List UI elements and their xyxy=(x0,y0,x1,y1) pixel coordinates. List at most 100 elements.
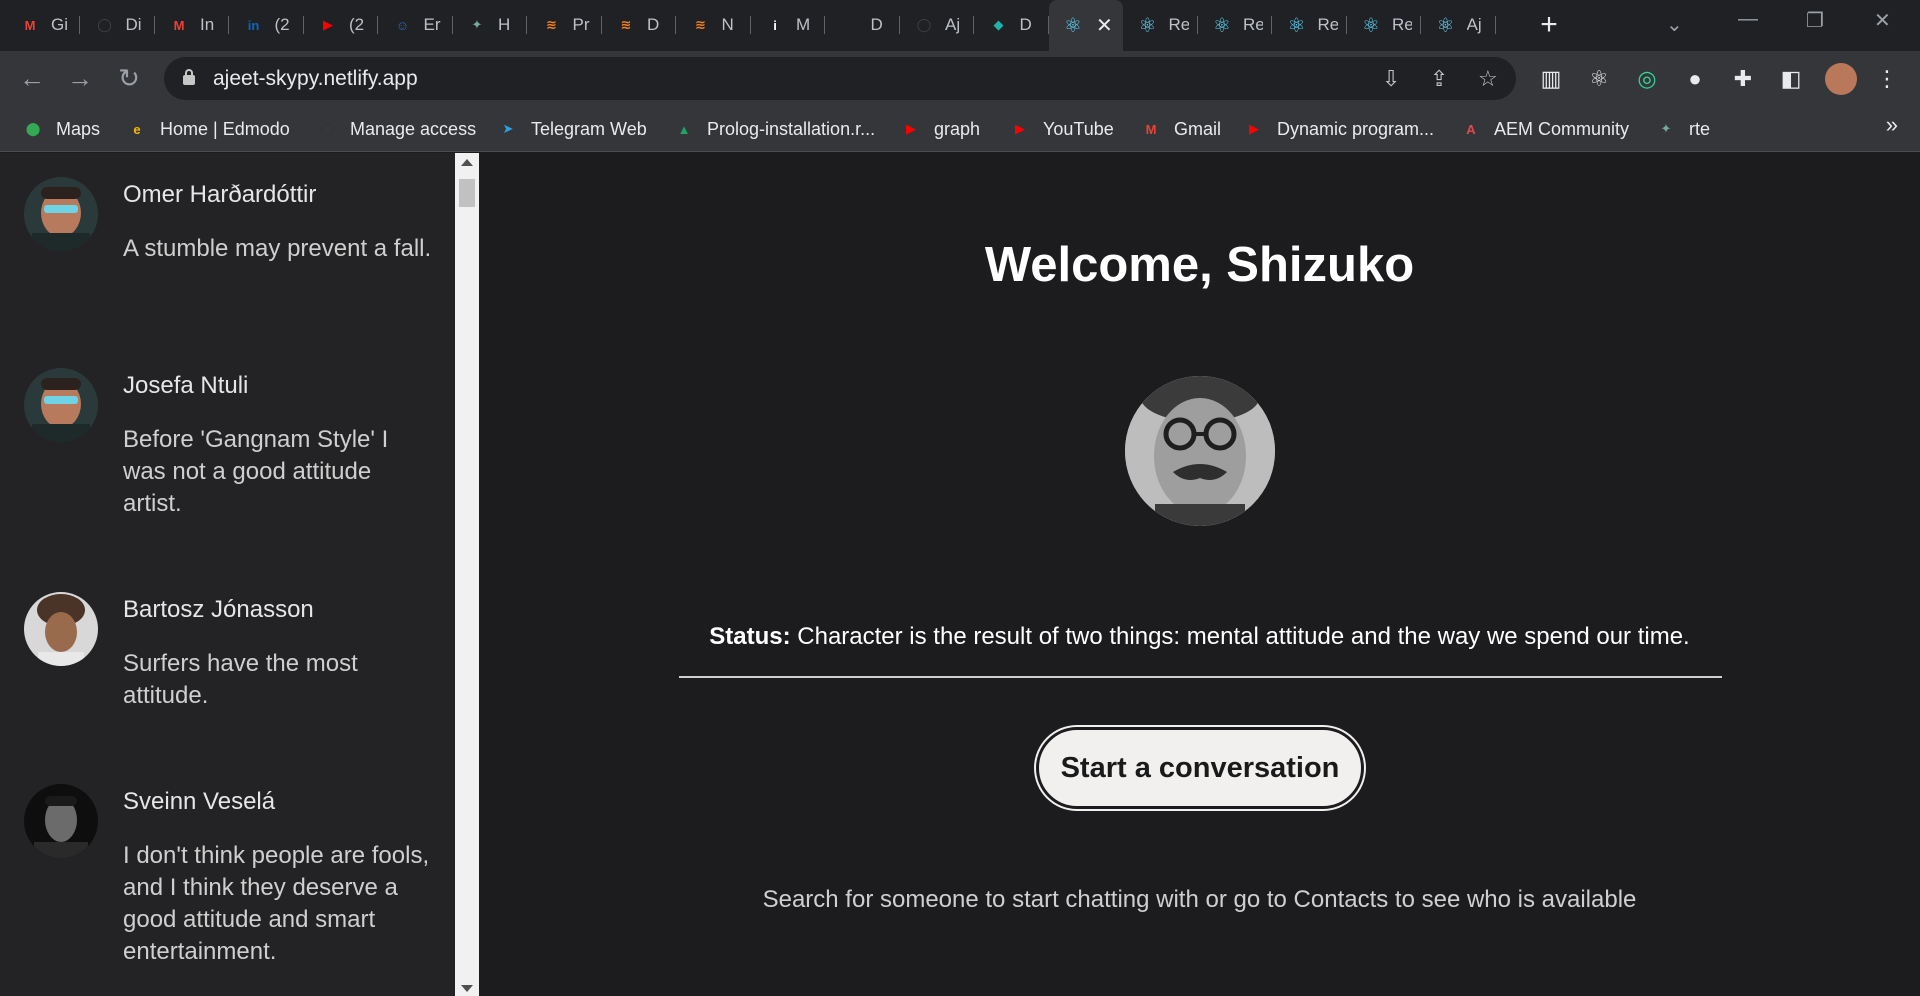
bookmark-item[interactable]: ✦ rte xyxy=(1655,114,1710,144)
tab-title: D xyxy=(647,15,660,34)
address-bar[interactable]: ajeet-skypy.netlify.app ⇩ ⇪ ☆ xyxy=(164,57,1516,100)
browser-tab[interactable]: ⚛ Re xyxy=(1273,8,1347,42)
bookmark-item[interactable]: ◯ Manage access xyxy=(316,114,476,144)
browser-tab[interactable]: ◯ Di xyxy=(81,8,155,42)
status-text: Character is the result of two things: m… xyxy=(790,623,1690,650)
drive-icon: ▲ xyxy=(677,121,691,137)
active-browser-tab[interactable]: ⚛ ✕ xyxy=(1049,0,1123,51)
tab-title: D xyxy=(870,15,883,34)
bookmark-item[interactable]: M Gmail xyxy=(1140,114,1221,144)
extension-chart-icon[interactable]: ▥ xyxy=(1537,65,1565,93)
youtube-icon: ▶ xyxy=(1249,121,1259,136)
tab-title: (2 xyxy=(349,15,365,34)
browser-toolbar: ← → ↻ ajeet-skypy.netlify.app ⇩ ⇪ ☆ xyxy=(0,51,1920,106)
extension-dot-icon[interactable]: ● xyxy=(1681,65,1709,93)
browser-tab[interactable]: ✦ H xyxy=(453,8,527,42)
bookmark-label: Telegram Web xyxy=(531,118,647,139)
bookmark-item[interactable]: ➤ Telegram Web xyxy=(497,114,647,144)
stack-icon: ≋ xyxy=(546,17,557,32)
bookmark-label: rte xyxy=(1689,118,1711,139)
contact-avatar xyxy=(24,592,98,666)
react-icon: ⚛ xyxy=(1436,14,1455,37)
reload-icon[interactable]: ↻ xyxy=(113,63,145,95)
browser-menu-icon[interactable]: ⋮ xyxy=(1873,65,1901,93)
browser-tab[interactable]: ▶ (2 xyxy=(304,8,378,42)
tab-title: Aj xyxy=(1466,15,1482,34)
gmail-icon: M xyxy=(1145,121,1157,137)
stack-icon: ≋ xyxy=(695,17,706,32)
tab-title: Re xyxy=(1392,15,1412,34)
more-bookmarks-icon[interactable]: » xyxy=(1886,112,1898,138)
tab-search-icon[interactable]: ⌄ xyxy=(1666,12,1683,37)
browser-tab[interactable]: M Gi xyxy=(6,8,80,42)
tab-title: Re xyxy=(1317,15,1338,34)
tab-title: Di xyxy=(125,15,142,34)
person-icon: ☺ xyxy=(395,17,410,33)
bookmark-star-icon[interactable]: ☆ xyxy=(1478,66,1498,92)
start-conversation-button[interactable]: Start a conversation xyxy=(1036,727,1364,809)
scrollbar-thumb[interactable] xyxy=(459,179,475,207)
browser-tab[interactable]: ⚛ Re xyxy=(1347,8,1421,42)
tab-title: Re xyxy=(1243,15,1263,34)
browser-tab[interactable]: ⬇ D xyxy=(826,8,900,42)
browser-tab[interactable]: ◆ D xyxy=(975,8,1049,42)
contact-last-message: A stumble may prevent a fall. xyxy=(123,235,432,262)
sidebar-scrollbar[interactable] xyxy=(455,153,479,996)
bookmark-item[interactable]: ▶ graph xyxy=(900,114,980,144)
browser-tab[interactable]: iM xyxy=(751,8,825,42)
tab-title: Re xyxy=(1168,15,1189,34)
youtube-icon: ▶ xyxy=(1015,121,1025,136)
bookmark-label: Home | Edmodo xyxy=(160,118,290,139)
close-window-icon[interactable]: ✕ xyxy=(1874,8,1891,33)
extensions-puzzle-icon[interactable]: ✚ xyxy=(1729,65,1757,93)
telegram-icon: ➤ xyxy=(502,121,514,136)
browser-tab[interactable]: ≋ Pr xyxy=(528,8,602,42)
close-tab-icon[interactable]: ✕ xyxy=(1096,13,1113,38)
github-icon: ◯ xyxy=(319,121,335,136)
scroll-down-arrow-icon[interactable] xyxy=(461,985,473,992)
browser-tab[interactable]: ≋ D xyxy=(602,8,676,42)
new-tab-button[interactable]: + xyxy=(1532,9,1566,43)
react-icon: ⚛ xyxy=(1362,14,1380,37)
bookmark-item[interactable]: ▲ Prolog-installation.r... xyxy=(673,114,876,144)
bookmark-label: Dynamic program... xyxy=(1277,118,1435,139)
react-icon: ⚛ xyxy=(1064,15,1082,37)
side-panel-icon[interactable]: ◧ xyxy=(1777,65,1805,93)
browser-tab[interactable]: in (2 xyxy=(230,8,304,42)
browser-tab[interactable]: ◯ Aj xyxy=(900,8,974,42)
extension-circle-icon[interactable]: ◎ xyxy=(1633,65,1661,93)
tab-title: Aj xyxy=(945,15,961,34)
gmail-icon: M xyxy=(173,17,185,33)
browser-tab[interactable]: ⚛ Re xyxy=(1124,8,1198,42)
bookmark-item[interactable]: e Home | Edmodo xyxy=(126,114,290,144)
install-app-icon[interactable]: ⇩ xyxy=(1382,66,1400,92)
bookmark-item[interactable]: ⬤ Maps xyxy=(22,114,100,144)
empty-state-hint: Search for someone to start chatting wit… xyxy=(762,886,1637,913)
profile-avatar[interactable] xyxy=(1825,63,1857,95)
edmodo-icon: e xyxy=(133,121,141,137)
maps-icon: ⬤ xyxy=(25,121,41,136)
browser-tab[interactable]: M In xyxy=(155,8,229,42)
scroll-up-arrow-icon[interactable] xyxy=(461,159,473,166)
react-devtools-icon[interactable]: ⚛ xyxy=(1585,65,1613,93)
bookmark-item[interactable]: ▶ YouTube xyxy=(1009,114,1114,144)
minimize-icon[interactable]: — xyxy=(1738,8,1758,31)
tab-separator xyxy=(1494,16,1496,34)
browser-tab[interactable]: ☺ Er xyxy=(379,8,453,42)
browser-tab[interactable]: ⚛ Re xyxy=(1198,8,1272,42)
browser-tab[interactable]: ≋ N xyxy=(677,8,751,42)
browser-tab[interactable]: ⚛ Aj xyxy=(1422,8,1496,42)
forward-icon[interactable]: → xyxy=(64,63,96,95)
tab-title: Gi xyxy=(51,15,68,34)
chatgpt-icon: ✦ xyxy=(471,17,483,32)
contact-name: Sveinn Veselá xyxy=(123,788,276,815)
restore-icon[interactable]: ❐ xyxy=(1806,8,1824,33)
app-page: Omer Harðardóttir A stumble may prevent … xyxy=(0,153,1920,996)
status-line: Status: Character is the result of two t… xyxy=(479,623,1920,651)
diamond-icon: ◆ xyxy=(993,17,1004,32)
tab-strip: + ⌄ — ❐ ✕ M Gi ◯ Di M In in (2 ▶ (2 ☺ Er ✦ H ≋ Pr ≋ D ≋ Ni M… xyxy=(0,0,1920,51)
share-icon[interactable]: ⇪ xyxy=(1430,66,1448,92)
bookmark-item[interactable]: A AEM Community xyxy=(1460,114,1629,144)
bookmark-item[interactable]: ▶ Dynamic program... xyxy=(1243,114,1434,144)
back-icon[interactable]: ← xyxy=(16,63,48,95)
